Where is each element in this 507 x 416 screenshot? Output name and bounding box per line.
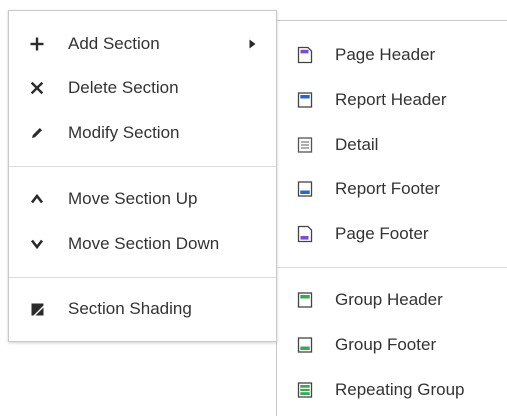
report-header-icon [297,92,313,108]
context-menu-stage: Page Header Report Header Detail Report … [0,0,507,416]
add-section-submenu: Page Header Report Header Detail Report … [276,20,507,416]
move-section-up-label: Move Section Up [68,189,198,208]
move-section-down-label: Move Section Down [68,234,220,253]
section-shading-label: Section Shading [68,299,192,318]
close-icon [27,78,47,98]
chevron-up-icon [27,189,47,209]
plus-icon [27,34,47,54]
group-footer-label: Group Footer [335,335,437,354]
section-context-menu: Add Section Delete Section Modify Sectio… [8,10,277,342]
menu-divider-2 [9,277,276,278]
page-header-label: Page Header [335,45,436,64]
submenu-divider [277,267,507,268]
submenu-item-group-footer[interactable]: Group Footer [277,325,507,365]
menu-divider-1 [9,166,276,167]
modify-section-label: Modify Section [68,123,180,142]
chevron-down-icon [27,234,47,254]
repeating-group-label: Repeating Group [335,380,465,399]
submenu-item-report-footer[interactable]: Report Footer [277,169,507,209]
pencil-icon [27,123,47,143]
menu-item-delete-section[interactable]: Delete Section [9,68,276,108]
submenu-item-group-header[interactable]: Group Header [277,280,507,320]
menu-item-move-section-down[interactable]: Move Section Down [9,224,276,264]
submenu-item-repeating-group[interactable]: Repeating Group [277,370,507,410]
group-header-label: Group Header [335,290,443,309]
group-footer-icon [297,337,313,353]
menu-item-section-shading[interactable]: Section Shading [9,289,276,329]
submenu-item-detail[interactable]: Detail [277,125,507,165]
page-footer-icon [297,225,313,243]
menu-item-move-section-up[interactable]: Move Section Up [9,179,276,219]
caret-right-icon [247,39,257,49]
page-header-icon [297,46,313,64]
menu-item-modify-section[interactable]: Modify Section [9,113,276,153]
report-footer-label: Report Footer [335,179,440,198]
report-footer-icon [297,181,313,197]
submenu-item-report-header[interactable]: Report Header [277,80,507,120]
page-footer-label: Page Footer [335,224,429,243]
shading-icon [27,299,47,319]
report-header-label: Report Header [335,90,447,109]
repeating-group-icon [297,382,313,398]
group-header-icon [297,292,313,308]
submenu-item-page-footer[interactable]: Page Footer [277,214,507,254]
delete-section-label: Delete Section [68,78,179,97]
submenu-item-page-header[interactable]: Page Header [277,35,507,75]
detail-icon [297,137,313,153]
menu-item-add-section[interactable]: Add Section [9,24,276,64]
add-section-label: Add Section [68,34,160,53]
detail-label: Detail [335,135,379,154]
